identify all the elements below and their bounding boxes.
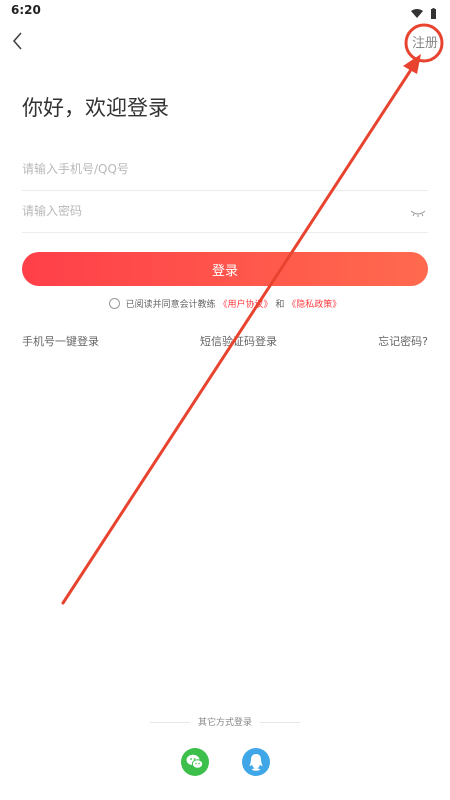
- privacy-policy-link[interactable]: 《隐私政策》: [287, 300, 341, 310]
- battery-icon: [431, 8, 436, 19]
- register-button[interactable]: 注册: [412, 32, 438, 51]
- wechat-icon: [186, 754, 204, 769]
- one-click-login-link[interactable]: 手机号一键登录: [22, 333, 99, 349]
- status-bar: 6:20: [0, 0, 450, 22]
- agreement-and: 和: [275, 300, 285, 310]
- wechat-login-button[interactable]: [181, 748, 209, 776]
- chevron-left-icon: [12, 32, 22, 50]
- status-time: 6:20: [11, 3, 41, 17]
- quick-links: 手机号一键登录 短信验证码登录 忘记密码?: [22, 333, 428, 349]
- qq-login-button[interactable]: [242, 748, 270, 776]
- agree-checkbox[interactable]: [108, 298, 120, 309]
- agreement-text: 已阅读并同意会计教练: [125, 300, 216, 310]
- phone-input[interactable]: [22, 148, 382, 190]
- status-icons: [410, 5, 438, 19]
- page-title: 你好，欢迎登录: [22, 96, 169, 120]
- login-button[interactable]: 登录: [22, 252, 428, 286]
- password-field: [22, 190, 428, 233]
- other-login-label: 其它方式登录: [197, 718, 252, 728]
- other-login-row: 其它方式登录: [0, 715, 450, 729]
- qq-icon: [249, 754, 263, 771]
- password-input[interactable]: [22, 190, 382, 232]
- divider-right: [260, 722, 300, 723]
- nav-bar: 注册: [0, 22, 450, 62]
- user-agreement-link[interactable]: 《用户协议》: [218, 300, 272, 310]
- wifi-icon: [411, 9, 423, 18]
- sms-login-link[interactable]: 短信验证码登录: [200, 333, 277, 349]
- annotation-arrow: [61, 54, 421, 605]
- phone-field: [22, 148, 428, 191]
- agreement-row: 已阅读并同意会计教练 《用户协议》 和 《隐私政策》: [0, 297, 450, 310]
- back-button[interactable]: [8, 28, 30, 54]
- eye-closed-icon[interactable]: [410, 205, 426, 217]
- forgot-password-link[interactable]: 忘记密码?: [378, 333, 428, 349]
